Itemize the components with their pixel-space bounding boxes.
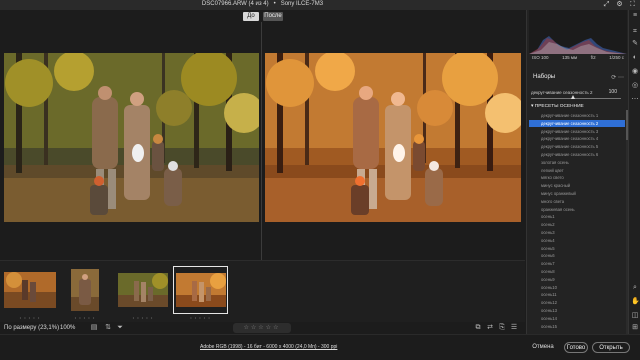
preset-item[interactable]: осень15: [541, 323, 625, 331]
preset-item[interactable]: декругчивание сеазонность 2: [529, 119, 625, 128]
bottom-toolbar: По размеру (23,1%) 100% ▤ ⇅ ⏷ ☆☆☆☆☆ ⧉ ⇄ …: [0, 322, 525, 334]
preset-group-header[interactable]: ▾ ПРЕСЕТЫ ОСЕННИЕ: [531, 104, 584, 109]
star-rating[interactable]: ☆☆☆☆☆: [233, 323, 291, 333]
preset-item[interactable]: минус оранжевый: [541, 190, 625, 198]
presets-panel: ISO 100 135 мм f/2 1/250 с Наборы ⟳ ⋯ де…: [526, 10, 628, 334]
preset-item[interactable]: золотая осень: [541, 159, 625, 167]
preset-item[interactable]: осень12: [541, 299, 625, 307]
before-label[interactable]: До: [243, 12, 259, 21]
thumb-3-rating[interactable]: • • • • •: [116, 315, 170, 320]
filmstrip: • • • • • • • • • • • • • • • • • • • •: [0, 260, 525, 322]
tool-rail: ≡ ⌗ ✎ ◐ ◉ ◎ ⋯ ⌕ ✋ ◫ ⊞: [628, 10, 640, 334]
preset-group-label: ПРЕСЕТЫ ОСЕННИЕ: [534, 104, 584, 109]
presets-header: Наборы ⟳ ⋯: [529, 74, 627, 84]
swap-icon[interactable]: ⇄: [486, 324, 494, 332]
presets-title: Наборы: [533, 74, 556, 80]
preset-item[interactable]: легкий цвет: [541, 167, 625, 175]
filmstrip-layout-icon[interactable]: ▤: [90, 324, 98, 332]
settings-icon[interactable]: ☰: [510, 324, 518, 332]
status-bar: Adobe RGB (1998) - 16 бит - 6000 x 4000 …: [0, 334, 640, 360]
preset-item[interactable]: осень8: [541, 268, 625, 276]
preset-item[interactable]: осень1: [541, 213, 625, 221]
image-viewer[interactable]: ⇕: [0, 22, 525, 269]
preset-refresh-icon[interactable]: ⟳: [611, 75, 616, 81]
top-right-icons: ⤢ ⚙ ⛶: [603, 1, 636, 8]
preset-list: декругчивание сеазонность 1 декругчивание…: [527, 111, 627, 334]
preset-item[interactable]: декругчивание сеазонность 5: [541, 143, 625, 151]
done-button[interactable]: Готово: [564, 342, 588, 353]
preset-amount-knob[interactable]: [571, 95, 575, 99]
cancel-button[interactable]: Отмена: [528, 342, 558, 353]
thumb-2-rating[interactable]: • • • • •: [68, 315, 102, 320]
preset-item[interactable]: осень3: [541, 229, 625, 237]
exif-iso: ISO 100: [532, 55, 549, 60]
preset-amount-value[interactable]: 100: [603, 89, 617, 95]
preset-item[interactable]: осень5: [541, 245, 625, 253]
preset-item[interactable]: декругчивание сеазонность 4: [541, 135, 625, 143]
exif-aperture: f/2: [590, 55, 596, 60]
thumb-1[interactable]: • • • • •: [2, 266, 58, 321]
hand-tool-icon[interactable]: ✋: [631, 298, 640, 306]
preset-item[interactable]: осень7: [541, 260, 625, 268]
thumb-2[interactable]: • • • • •: [68, 266, 102, 321]
fit-zoom-select[interactable]: По размеру (23,1%): [4, 324, 59, 333]
histogram: [529, 10, 627, 54]
after-label[interactable]: После: [263, 12, 283, 21]
thumb-1-rating[interactable]: • • • • •: [2, 315, 58, 320]
preset-item[interactable]: минус красный: [541, 182, 625, 190]
fullscreen-icon[interactable]: ⤢: [603, 1, 610, 8]
window-title: DSC07966.ARW (4 из 4) • Sony ILCE-7M3: [201, 1, 324, 7]
heal-icon[interactable]: ✎: [631, 40, 639, 48]
thumb-4-selected[interactable]: • • • • •: [173, 266, 228, 321]
preset-item[interactable]: осень13: [541, 307, 625, 315]
chevron-down-icon: ▾: [531, 104, 534, 109]
more-tools-icon[interactable]: ⋯: [631, 96, 639, 104]
preset-item[interactable]: много света: [541, 198, 625, 206]
title-bar: DSC07966.ARW (4 из 4) • Sony ILCE-7M3 ⤢ …: [0, 0, 640, 10]
exif-focal: 135 мм: [562, 55, 578, 60]
grid-icon[interactable]: ⊞: [631, 324, 639, 332]
preset-item[interactable]: декругчивание сеазонность 6: [541, 151, 625, 159]
copy-settings-icon[interactable]: ⎘: [498, 324, 506, 332]
preset-item[interactable]: осень10: [541, 284, 625, 292]
presets-icon[interactable]: ◎: [631, 82, 639, 90]
compare-bar: До После: [0, 10, 525, 22]
redeye-icon[interactable]: ◉: [631, 68, 639, 76]
photo-before[interactable]: [4, 53, 259, 222]
preset-item[interactable]: осень11: [541, 291, 625, 299]
zoom-tool-icon[interactable]: ⌕: [631, 284, 639, 292]
preset-item[interactable]: осень4: [541, 237, 625, 245]
open-button[interactable]: Открыть: [592, 342, 630, 353]
crop-icon[interactable]: ⌗: [631, 28, 639, 36]
preset-item[interactable]: осень2: [541, 221, 625, 229]
sort-icon[interactable]: ⇅: [104, 324, 112, 332]
preset-item[interactable]: мягко свето: [541, 174, 625, 182]
exif-info: ISO 100 135 мм f/2 1/250 с: [529, 55, 627, 63]
preset-item[interactable]: декругчивание сеазонность 3: [541, 128, 625, 136]
exif-shutter: 1/250 с: [609, 55, 624, 60]
photo-after[interactable]: [265, 53, 521, 222]
preset-amount-slider[interactable]: [531, 98, 621, 99]
preset-item[interactable]: осень9: [541, 276, 625, 284]
preset-item[interactable]: осень14: [541, 315, 625, 323]
zoom-select[interactable]: 100%: [60, 324, 75, 333]
filter-icon[interactable]: ⏷: [116, 324, 124, 332]
mask-icon[interactable]: ◐: [631, 54, 639, 62]
file-info-link[interactable]: Adobe RGB (1998) - 16 бит - 6000 x 4000 …: [200, 344, 337, 350]
gear-icon[interactable]: ⚙: [616, 1, 623, 8]
toggle-mask-icon[interactable]: ◫: [631, 312, 639, 320]
edit-icon[interactable]: ≡: [631, 12, 639, 20]
preset-item[interactable]: оранжевая осень: [541, 206, 625, 214]
thumb-4-rating[interactable]: • • • • •: [173, 315, 228, 320]
thumb-3[interactable]: • • • • •: [116, 266, 170, 321]
preset-more-icon[interactable]: ⋯: [618, 75, 624, 81]
preset-item[interactable]: осень6: [541, 252, 625, 260]
before-after-divider: [261, 22, 262, 260]
preset-item[interactable]: декругчивание сеазонность 1: [541, 112, 625, 120]
compare-view-icon[interactable]: ⧉: [474, 324, 482, 332]
expand-icon[interactable]: ⛶: [629, 1, 636, 8]
camera-raw-window: DSC07966.ARW (4 из 4) • Sony ILCE-7M3 ⤢ …: [0, 0, 640, 360]
